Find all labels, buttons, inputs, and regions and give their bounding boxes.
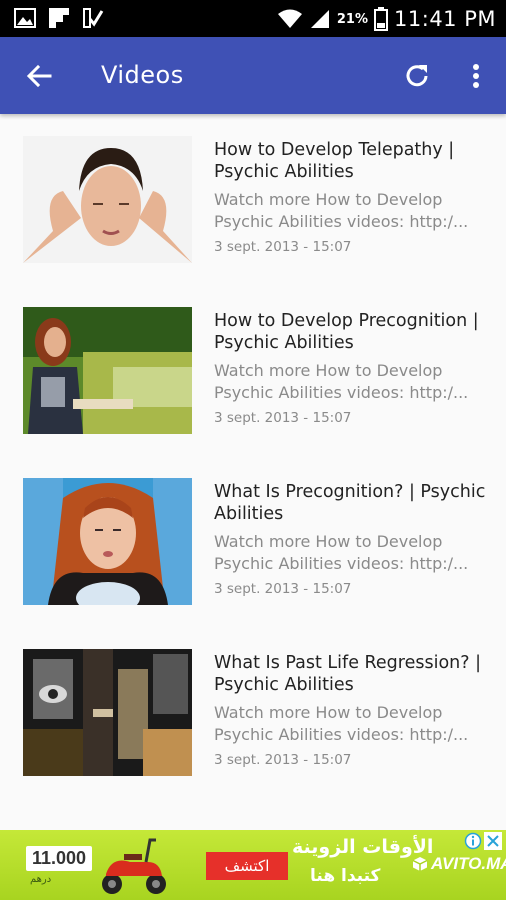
wifi-icon (277, 9, 302, 28)
video-thumbnail (23, 649, 192, 776)
gallery-icon (14, 8, 36, 28)
ad-price: 11.000 (26, 846, 93, 871)
system-icons: 21% 11:41 PM (277, 4, 496, 34)
video-date: 3 sept. 2013 - 15:07 (214, 752, 352, 768)
clock: 11:41 PM (394, 7, 496, 31)
video-item[interactable]: What Is Precognition? | Psychic Abilitie… (0, 456, 506, 627)
avito-cube-icon (412, 857, 428, 871)
video-title: How to Develop Telepathy | Psychic Abili… (214, 140, 455, 182)
video-description-line: Watch more How to Develop (214, 190, 443, 209)
ad-banner[interactable]: 11.000 درهم اكتشف الأوقات الزوينة كتبدا … (0, 830, 506, 900)
video-date: 3 sept. 2013 - 15:07 (214, 239, 352, 255)
video-item[interactable]: How to Develop Telepathy | Psychic Abili… (0, 114, 506, 285)
video-date: 3 sept. 2013 - 15:07 (214, 410, 352, 426)
video-thumbnail (23, 307, 192, 434)
refresh-icon[interactable] (400, 59, 434, 93)
video-description-line: Watch more How to Develop (214, 703, 443, 722)
video-description: Watch more How to Develop Psychic Abilit… (214, 189, 489, 233)
signal-icon (310, 10, 329, 28)
page-title: Videos (101, 61, 184, 89)
video-item[interactable]: How to Develop Precognition | Psychic Ab… (0, 285, 506, 456)
download-check-icon (83, 8, 104, 28)
flipboard-icon (49, 8, 69, 28)
video-title: How to Develop Precognition | Psychic Ab… (214, 311, 479, 353)
video-description: Watch more How to Develop Psychic Abilit… (214, 360, 489, 404)
video-description-line: Watch more How to Develop (214, 532, 443, 551)
battery-percent: 21% (336, 11, 369, 27)
video-date: 3 sept. 2013 - 15:07 (214, 581, 352, 597)
ad-subline: كتبدا هنا (310, 866, 381, 886)
app-bar: Videos (0, 37, 506, 114)
video-description-line: Psychic Abilities videos: http:/... (214, 212, 469, 231)
ad-brand-logo: AVITO.MA (412, 854, 506, 874)
video-list: How to Develop Telepathy | Psychic Abili… (0, 114, 506, 830)
video-description: Watch more How to Develop Psychic Abilit… (214, 702, 489, 746)
video-title: What Is Precognition? | Psychic Abilitie… (214, 482, 486, 524)
ad-close-icon[interactable] (484, 832, 502, 850)
video-description-line: Psychic Abilities videos: http:/... (214, 725, 469, 744)
ad-info-icon[interactable] (464, 832, 482, 850)
video-thumbnail (23, 136, 192, 263)
video-description: Watch more How to Develop Psychic Abilit… (214, 531, 489, 575)
video-item[interactable]: What Is Past Life Regression? | Psychic … (0, 627, 506, 798)
video-thumbnail (23, 478, 192, 605)
video-description-line: Psychic Abilities videos: http:/... (214, 383, 469, 402)
video-description-line: Psychic Abilities videos: http:/... (214, 554, 469, 573)
ad-brand-name: AVITO.MA (431, 854, 506, 873)
status-bar: 21% 11:41 PM (0, 0, 506, 37)
scooter-icon (102, 838, 166, 894)
video-description-line: Watch more How to Develop (214, 361, 443, 380)
ad-currency: درهم (30, 874, 52, 885)
ad-cta-button[interactable]: اكتشف (206, 852, 288, 880)
video-title: What Is Past Life Regression? | Psychic … (214, 653, 481, 695)
battery-icon (374, 7, 389, 31)
more-vert-icon[interactable] (464, 59, 488, 93)
notification-icons (14, 7, 104, 29)
back-arrow-icon[interactable] (22, 59, 56, 93)
